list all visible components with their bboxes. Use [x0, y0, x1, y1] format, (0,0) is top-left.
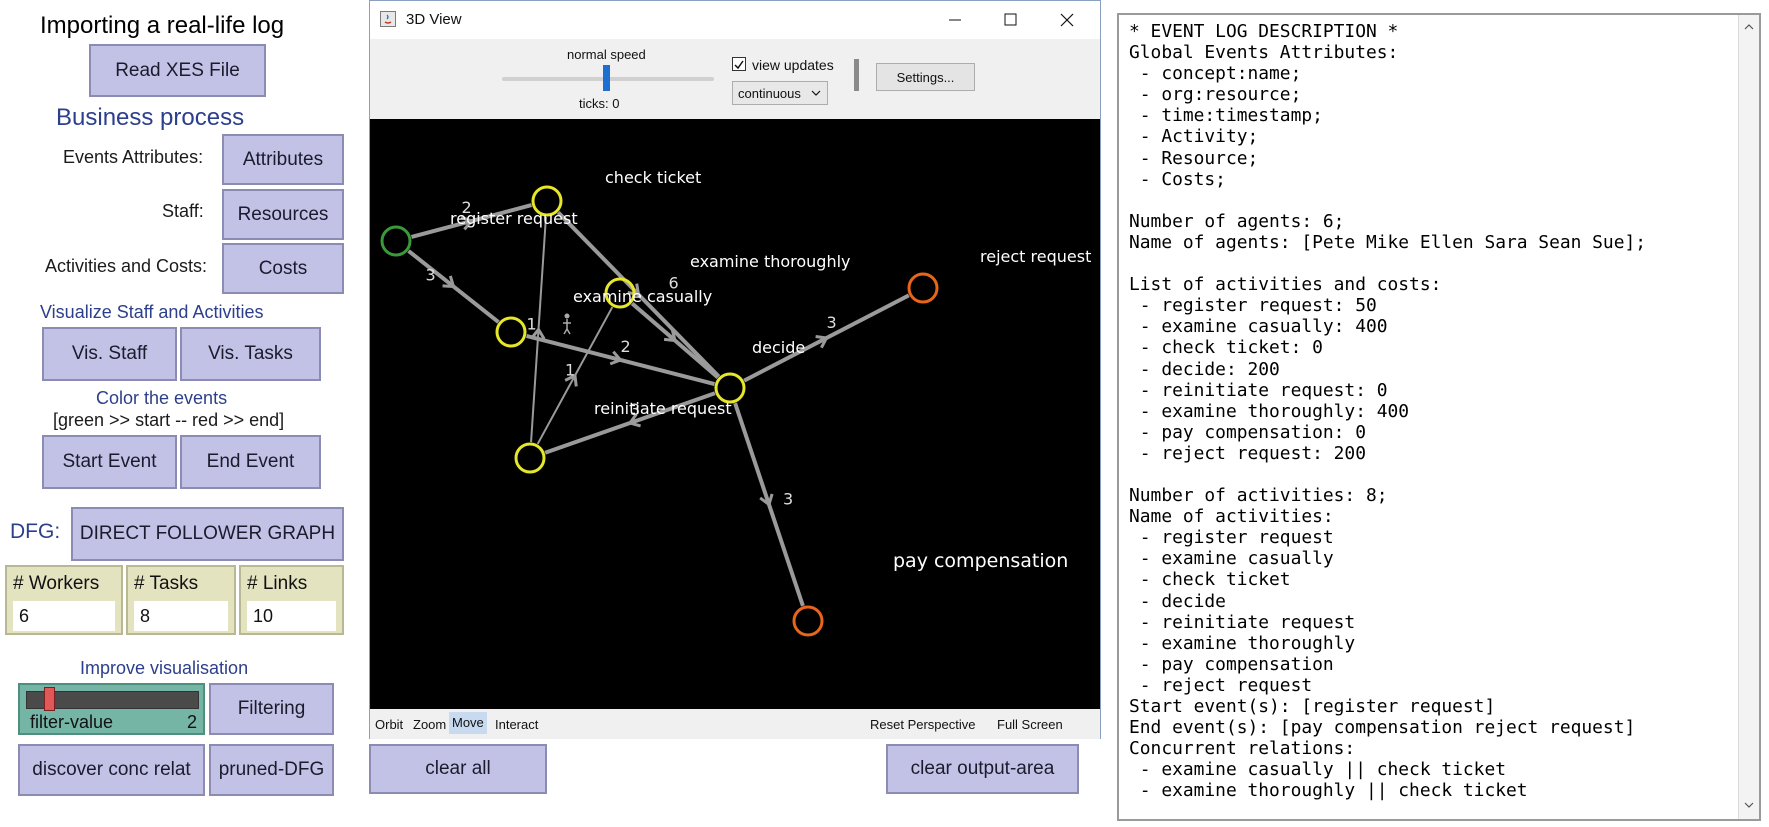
label-pay-compensation: pay compensation	[893, 550, 1068, 572]
filter-value-slider[interactable]: filter-value 2	[18, 683, 205, 735]
edge-label-decide-reject: 3	[827, 313, 837, 332]
resources-button[interactable]: Resources	[222, 189, 344, 240]
view-updates-label: view updates	[752, 57, 834, 73]
node-reject-request[interactable]	[907, 272, 939, 304]
pruned-dfg-button[interactable]: pruned-DFG	[209, 744, 334, 796]
update-mode-select[interactable]: continuous	[732, 81, 828, 105]
heading-business-process: Business process	[56, 104, 245, 131]
view-updates-checkbox[interactable]	[732, 57, 746, 71]
scroll-up-icon[interactable]	[1743, 19, 1755, 37]
speed-label: normal speed	[567, 47, 646, 62]
dfg-graph: 23 6211333 check ticketregister requestex…	[380, 168, 1091, 637]
staff-label: Staff:	[162, 201, 204, 221]
tasks-monitor: # Tasks 8	[126, 565, 236, 635]
discover-conc-relat-button[interactable]: discover conc relat	[18, 744, 205, 796]
clear-all-button[interactable]: clear all	[369, 744, 547, 794]
attributes-button[interactable]: Attributes	[222, 134, 344, 185]
interact-mode[interactable]: Interact	[495, 717, 538, 732]
edge-label-reinit-check: 1	[527, 315, 537, 334]
clear-output-area-button[interactable]: clear output-area	[886, 744, 1079, 794]
end-event-button[interactable]: End Event	[180, 435, 321, 489]
3d-viewport[interactable]: 236211333 check ticket register request ex…	[370, 119, 1100, 709]
edge-label-mid-decide: 2	[621, 337, 631, 356]
label-examine-thoroughly: examine thoroughly	[690, 252, 851, 271]
tasks-monitor-value: 8	[134, 601, 228, 631]
edge-label-decide-pay: 3	[783, 490, 793, 509]
label-reject-request: reject request	[980, 247, 1091, 266]
view-toolbar: normal speed ticks: 0 view updates conti…	[370, 39, 1100, 119]
speed-slider-thumb[interactable]	[603, 65, 610, 91]
workers-monitor: # Workers 6	[5, 565, 123, 635]
edge-label-start-mid: 3	[426, 266, 436, 285]
agent-figure-icon	[563, 319, 571, 335]
links-monitor-label: # Links	[247, 573, 308, 594]
node-register-request[interactable]	[380, 225, 412, 257]
slider-label: filter-value	[30, 712, 114, 732]
slider-thumb[interactable]	[44, 687, 55, 711]
dfg-label: DFG:	[10, 520, 61, 543]
java-app-icon	[380, 11, 396, 27]
direct-follower-graph-button[interactable]: DIRECT FOLLOWER GRAPH	[71, 507, 344, 561]
output-area[interactable]: * EVENT LOG DESCRIPTION * Global Events …	[1117, 13, 1761, 821]
slider-value: 2	[186, 712, 197, 732]
window-title: 3D View	[406, 11, 462, 28]
reset-perspective-button[interactable]: Reset Perspective	[870, 717, 976, 732]
workers-monitor-label: # Workers	[13, 573, 100, 594]
edge-label-reinit-casual: 1	[565, 361, 575, 380]
links-monitor: # Links 10	[239, 565, 344, 635]
heading-visualize: Visualize Staff and Activities	[40, 302, 264, 322]
links-monitor-value: 10	[247, 601, 336, 631]
start-event-button[interactable]: Start Event	[42, 435, 177, 489]
label-register-request: register request	[450, 209, 578, 228]
agent-head-icon	[564, 313, 570, 319]
label-check-ticket: check ticket	[605, 168, 701, 187]
vis-staff-button[interactable]: Vis. Staff	[42, 327, 177, 381]
filtering-button[interactable]: Filtering	[209, 683, 334, 735]
label-examine-casually: examine casually	[573, 287, 712, 306]
node-decide[interactable]	[714, 372, 746, 404]
vis-tasks-button[interactable]: Vis. Tasks	[180, 327, 321, 381]
minimize-icon[interactable]	[940, 9, 970, 31]
chevron-down-icon	[810, 87, 822, 102]
heading-improve: Improve visualisation	[80, 658, 249, 678]
full-screen-button[interactable]: Full Screen	[997, 717, 1063, 732]
node-reinitiate-request[interactable]	[514, 442, 546, 474]
toolbar-separator	[854, 59, 859, 91]
ticks-label: ticks: 0	[579, 96, 620, 111]
heading-import: Importing a real-life log	[40, 12, 285, 39]
update-mode-value: continuous	[738, 86, 801, 101]
read-xes-button[interactable]: Read XES File	[89, 44, 266, 97]
move-mode[interactable]: Move	[449, 712, 487, 734]
workers-monitor-value: 6	[13, 601, 115, 631]
activities-costs-label: Activities and Costs:	[45, 256, 208, 276]
output-text: * EVENT LOG DESCRIPTION * Global Events …	[1129, 21, 1647, 802]
label-decide: decide	[752, 338, 805, 357]
node-examine-thoroughly[interactable]	[495, 316, 527, 348]
node-pay-compensation[interactable]	[792, 605, 824, 637]
settings-button[interactable]: Settings...	[876, 63, 975, 91]
costs-button[interactable]: Costs	[222, 243, 344, 294]
heading-color-events: Color the events	[96, 388, 228, 408]
close-icon[interactable]	[1052, 9, 1082, 31]
view-footer: Orbit Zoom Move Interact Reset Perspecti…	[370, 709, 1100, 739]
tasks-monitor-label: # Tasks	[134, 573, 199, 594]
orbit-mode[interactable]: Orbit	[375, 717, 403, 732]
zoom-mode[interactable]: Zoom	[413, 717, 446, 732]
label-reinitiate-request: reinitiate request	[594, 399, 732, 418]
maximize-icon[interactable]	[996, 9, 1026, 31]
scroll-down-icon[interactable]	[1743, 797, 1755, 815]
events-attributes-label: Events Attributes:	[63, 147, 204, 167]
window-titlebar[interactable]: 3D View	[370, 1, 1100, 39]
color-events-legend: [green >> start -- red >> end]	[53, 410, 285, 430]
3d-view-window: 3D View normal speed ticks: 0 view updat…	[369, 0, 1101, 739]
output-scrollbar[interactable]	[1738, 15, 1759, 819]
